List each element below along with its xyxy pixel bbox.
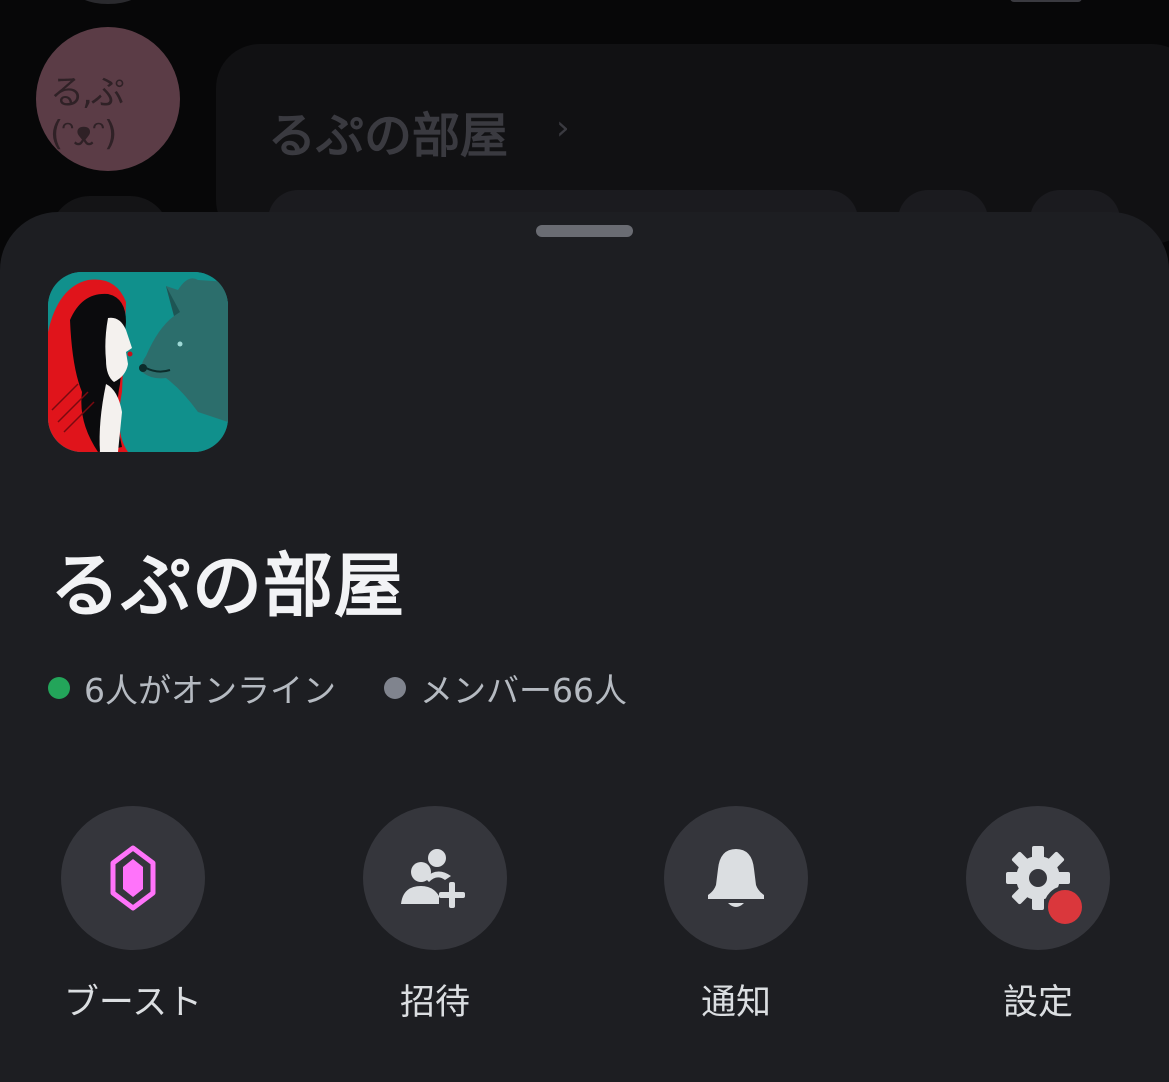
notifications-label: 通知 — [700, 983, 771, 1023]
server-list-avatar[interactable]: る,ぷ (ᵔᴥᵔ) — [36, 27, 180, 171]
member-count: メンバー66人 — [420, 671, 627, 710]
boost-label: ブースト — [63, 983, 203, 1023]
member-status-dot — [384, 677, 406, 699]
sheet-drag-handle[interactable] — [536, 225, 633, 237]
server-icon-artwork — [48, 272, 228, 452]
boost-button[interactable]: ブースト — [61, 806, 205, 1023]
boost-gem-icon — [110, 845, 156, 911]
notifications-button-circle[interactable] — [664, 806, 808, 950]
invite-button[interactable]: 招待 — [363, 806, 507, 1023]
background-server-title[interactable]: るぷの部屋 — [268, 96, 508, 166]
boost-button-circle[interactable] — [61, 806, 205, 950]
notifications-button[interactable]: 通知 — [664, 806, 808, 1023]
settings-label: 設定 — [1002, 983, 1073, 1023]
add-friend-icon — [401, 849, 465, 908]
online-status-dot — [48, 677, 70, 699]
settings-notification-badge — [1044, 886, 1086, 928]
invite-label: 招待 — [399, 983, 470, 1023]
settings-button[interactable]: 設定 — [966, 806, 1110, 1023]
online-count: 6人がオンライン — [84, 671, 336, 710]
settings-button-circle[interactable] — [966, 806, 1110, 950]
server-stats: 6人がオンライン メンバー66人 — [48, 664, 627, 712]
server-name: るぷの部屋 — [50, 545, 405, 627]
bell-icon — [708, 849, 764, 907]
invite-button-circle[interactable] — [363, 806, 507, 950]
chevron-right-icon: › — [556, 108, 570, 148]
top-pill-partial — [1010, 0, 1082, 2]
server-icon — [48, 272, 228, 452]
avatar-scribble: る,ぷ (ᵔᴥᵔ) — [50, 73, 125, 154]
